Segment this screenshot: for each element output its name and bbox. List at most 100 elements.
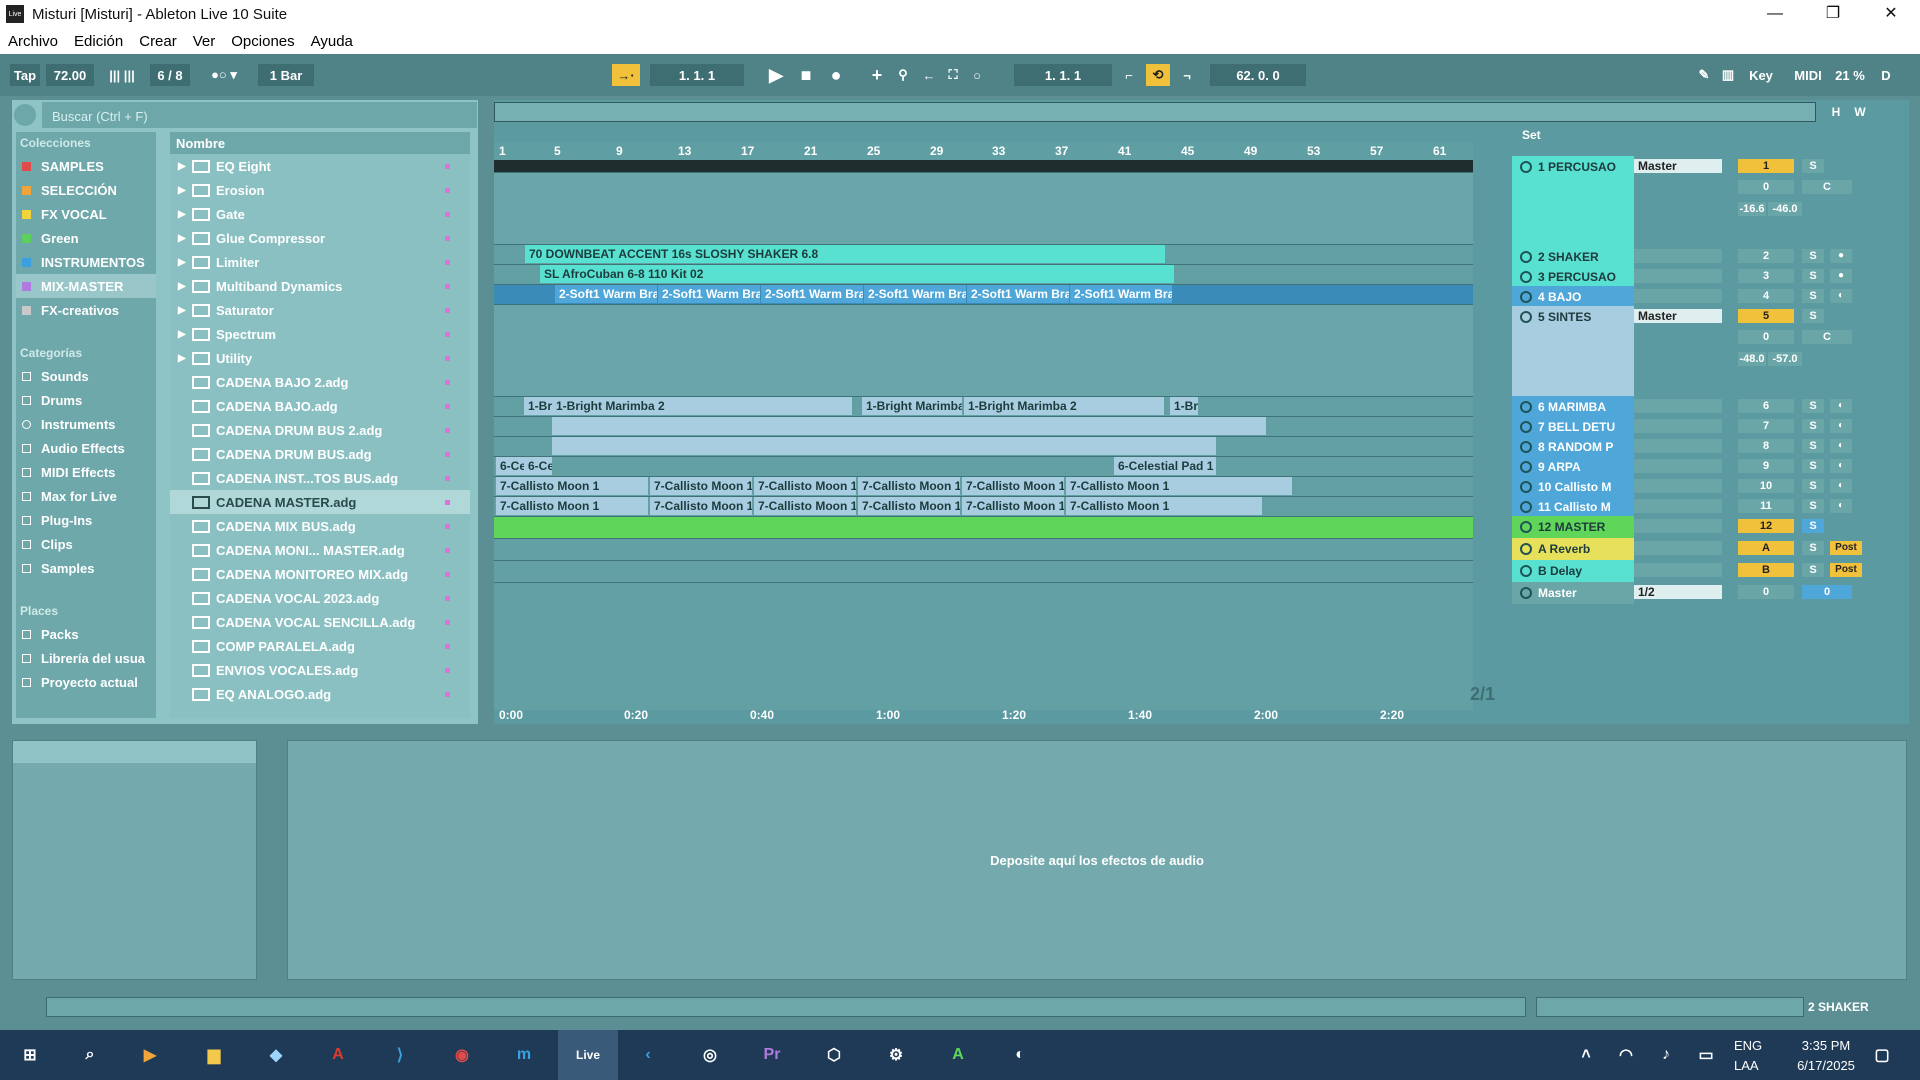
pan-field[interactable]: C xyxy=(1802,180,1852,194)
input-slot[interactable] xyxy=(1634,541,1722,555)
play-track-icon[interactable] xyxy=(1520,421,1532,433)
category-midi-effects[interactable]: MIDI Effects xyxy=(16,460,156,484)
overdub-icon[interactable]: + xyxy=(866,64,888,86)
solo-button[interactable]: S xyxy=(1802,519,1824,533)
clip[interactable]: 70 DOWNBEAT ACCENT 16s SLOSHY SHAKER 6.8 xyxy=(525,245,1165,263)
clip[interactable]: 2-Soft1 Warm Brass xyxy=(864,285,966,303)
lane-sintes-group[interactable] xyxy=(494,304,1473,396)
tap-button[interactable]: Tap xyxy=(10,64,40,86)
output-routing-select[interactable]: Master xyxy=(1634,159,1722,173)
list-item[interactable]: CADENA MASTER.adg xyxy=(170,490,470,514)
track-header[interactable]: 2 SHAKER 2 S ● xyxy=(1512,246,1872,266)
list-item[interactable]: ▶ Limiter xyxy=(170,250,470,274)
collection-item[interactable]: INSTRUMENTOS xyxy=(16,250,156,274)
lane-shaker[interactable]: 70 DOWNBEAT ACCENT 16s SLOSHY SHAKER 6.8 xyxy=(494,244,1473,264)
category-drums[interactable]: Drums xyxy=(16,388,156,412)
clip[interactable]: 1-Br xyxy=(524,397,552,415)
place-current-project[interactable]: Proyecto actual xyxy=(16,670,156,694)
volume-field[interactable]: 0 xyxy=(1738,585,1794,599)
notepad-icon[interactable]: ◆ xyxy=(260,1039,292,1071)
play-track-icon[interactable] xyxy=(1520,251,1532,263)
menu-opciones[interactable]: Opciones xyxy=(223,33,302,50)
solo-button[interactable]: S xyxy=(1802,399,1824,413)
input-slot[interactable] xyxy=(1634,479,1722,493)
menu-ayuda[interactable]: Ayuda xyxy=(303,33,361,50)
track-activator[interactable]: A xyxy=(1738,541,1794,555)
speaker-icon[interactable]: ♪ xyxy=(1650,1039,1682,1071)
track-header[interactable]: 1 PERCUSAO Master 1 S 0 C -16.6 -46.0 xyxy=(1512,156,1872,246)
solo-button[interactable]: S xyxy=(1802,249,1824,263)
wifi-icon[interactable]: ◠ xyxy=(1610,1039,1642,1071)
list-item[interactable]: CADENA MIX BUS.adg xyxy=(170,514,470,538)
maximize-icon[interactable]: ❐ xyxy=(1804,0,1862,28)
play-track-icon[interactable] xyxy=(1520,543,1532,555)
track-activator[interactable]: 9 xyxy=(1738,459,1794,473)
volume-field[interactable]: 0 xyxy=(1738,180,1794,194)
category-plug-ins[interactable]: Plug-Ins xyxy=(16,508,156,532)
clip[interactable]: 7-Callisto Moon 1 xyxy=(650,477,752,495)
monitor-icon[interactable]: ◐ xyxy=(1830,419,1852,433)
fold-icon[interactable] xyxy=(1520,521,1532,533)
lane-arpa[interactable]: 6-Ce 6-Ce 6-Celestial Pad 1 xyxy=(494,456,1473,476)
clip[interactable]: 2-Soft1 Warm Brass xyxy=(555,285,657,303)
lane-return-reverb[interactable] xyxy=(494,538,1473,560)
list-item[interactable]: ▶ Gate xyxy=(170,202,470,226)
monitor-icon[interactable]: ◐ xyxy=(1830,439,1852,453)
menu-archivo[interactable]: Archivo xyxy=(0,33,66,50)
punch-in-icon[interactable]: ⌐ xyxy=(1118,64,1140,86)
play-track-icon[interactable] xyxy=(1520,291,1532,303)
place-packs[interactable]: Packs xyxy=(16,622,156,646)
loop-switch-icon[interactable]: ⟲ xyxy=(1146,64,1170,86)
close-icon[interactable]: ✕ xyxy=(1862,0,1920,28)
solo-button[interactable]: S xyxy=(1802,269,1824,283)
capture-icon[interactable]: ⛶ xyxy=(942,64,964,86)
cue-output-select[interactable]: 1/2 xyxy=(1634,585,1722,599)
clip[interactable]: 7-Callisto Moon 1 xyxy=(858,477,960,495)
list-item[interactable]: CADENA VOCAL 2023.adg xyxy=(170,586,470,610)
track-header[interactable]: 5 SINTES Master 5 S 0 C -48.0 -57.0 xyxy=(1512,306,1872,396)
device-drop-area[interactable]: Deposite aquí los efectos de audio xyxy=(287,740,1907,980)
track-header[interactable]: 9 ARPA 9 S ◐ xyxy=(1512,456,1872,476)
lane-percusao[interactable]: SL AfroCuban 6-8 110 Kit 02 xyxy=(494,264,1473,284)
place-user-library[interactable]: Librería del usua xyxy=(16,646,156,670)
play-track-icon[interactable] xyxy=(1520,271,1532,283)
track-activator[interactable]: 3 xyxy=(1738,269,1794,283)
follow-icon[interactable]: →· xyxy=(612,64,640,86)
list-item[interactable]: CADENA VOCAL SENCILLA.adg xyxy=(170,610,470,634)
davinci-icon[interactable]: ◎ xyxy=(694,1039,726,1071)
list-item[interactable]: CADENA MONITOREO MIX.adg xyxy=(170,562,470,586)
acrobat-icon[interactable]: A xyxy=(322,1039,354,1071)
tempo-field[interactable]: 72.00 xyxy=(46,64,94,86)
battery-icon[interactable]: ▭ xyxy=(1690,1039,1722,1071)
track-activator[interactable]: 1 xyxy=(1738,159,1794,173)
solo-button[interactable]: S xyxy=(1802,419,1824,433)
clock-date[interactable]: 6/17/2025 xyxy=(1786,1058,1866,1073)
output-routing-select[interactable]: Master xyxy=(1634,309,1722,323)
track-activator[interactable]: 11 xyxy=(1738,499,1794,513)
return-track-header[interactable]: B Delay B S Post xyxy=(1512,560,1872,582)
key-map-button[interactable]: Key xyxy=(1746,64,1776,86)
list-item[interactable]: ▶ Utility xyxy=(170,346,470,370)
lane-marimba[interactable]: 1-Br 1-Bright Marimba 2 1-Bright Marimba… xyxy=(494,396,1473,416)
vscode-icon[interactable]: ⟩ xyxy=(384,1039,416,1071)
time-signature-field[interactable]: 6 / 8 xyxy=(150,64,190,86)
record-icon[interactable]: ● xyxy=(824,64,848,86)
lane-callisto-1[interactable]: 7-Callisto Moon 1 7-Callisto Moon 1 7-Ca… xyxy=(494,476,1473,496)
monitor-icon[interactable]: ◐ xyxy=(1830,479,1852,493)
search-icon[interactable]: ⌕ xyxy=(74,1039,106,1071)
back-to-arrangement-icon[interactable]: ← xyxy=(918,64,940,86)
width-toggle-icon[interactable]: W xyxy=(1850,102,1870,122)
track-activator[interactable]: B xyxy=(1738,563,1794,577)
play-track-icon[interactable] xyxy=(1520,481,1532,493)
track-header[interactable]: 3 PERCUSAO 3 S ● xyxy=(1512,266,1872,286)
list-item[interactable]: ▶ Multiband Dynamics xyxy=(170,274,470,298)
track-activator[interactable]: 2 xyxy=(1738,249,1794,263)
chevron-up-icon[interactable]: ˄ xyxy=(1570,1039,1602,1071)
arm-icon[interactable]: ● xyxy=(1830,269,1852,283)
unity-icon[interactable]: ⬡ xyxy=(818,1039,850,1071)
green-app-icon[interactable]: A xyxy=(942,1039,974,1071)
search-input[interactable]: Buscar (Ctrl + F) xyxy=(42,102,477,128)
menu-edicion[interactable]: Edición xyxy=(66,33,131,50)
clip[interactable]: 6-Ce xyxy=(496,457,524,475)
clip[interactable]: 2-Soft1 Warm Brass xyxy=(658,285,760,303)
